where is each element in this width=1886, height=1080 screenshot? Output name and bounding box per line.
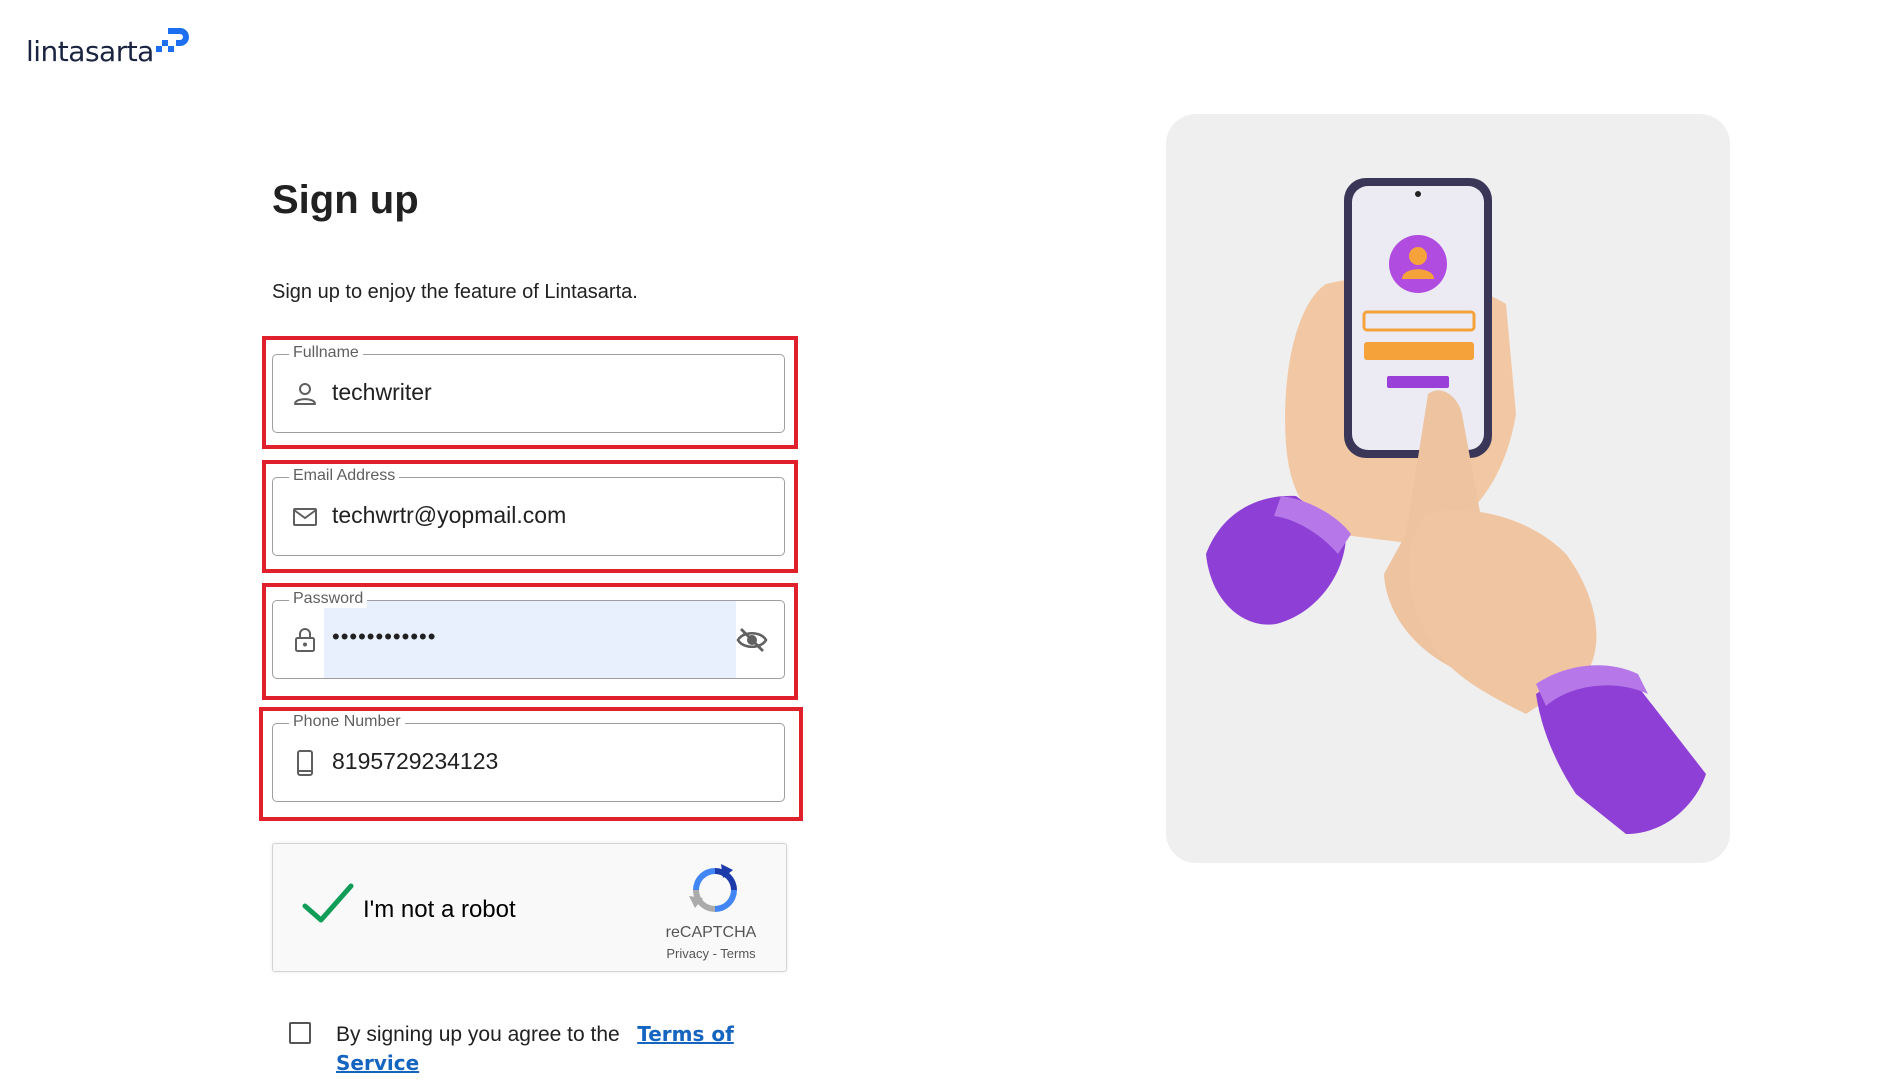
recaptcha-logo-icon (689, 864, 737, 912)
phone-input[interactable]: 8195729234123 (332, 748, 498, 775)
brand-logo: lintasarta (26, 24, 190, 66)
agree-checkbox[interactable] (289, 1022, 311, 1044)
phone-screen (1352, 186, 1484, 450)
fullname-input[interactable]: techwriter (332, 379, 432, 406)
agreement-text: By signing up you agree to the Terms of … (336, 1020, 756, 1078)
page-title: Sign up (272, 178, 419, 222)
recaptcha-brand: reCAPTCHA (665, 924, 757, 941)
password-label: Password (289, 590, 368, 608)
person-icon (294, 383, 316, 405)
email-field[interactable]: Email Address techwrtr@yopmail.com (272, 467, 785, 556)
captcha-checkmark-icon[interactable] (297, 874, 357, 934)
fullname-label: Fullname (289, 344, 363, 362)
brand-name: lintasarta (26, 35, 154, 68)
password-input[interactable]: •••••••••••• (332, 624, 436, 650)
avatar-head (1409, 247, 1427, 265)
phone-label: Phone Number (289, 713, 405, 731)
recaptcha-privacy-link[interactable]: Privacy (666, 946, 709, 961)
recaptcha-terms-link[interactable]: Terms (720, 946, 755, 961)
captcha-label: I'm not a robot (363, 896, 516, 923)
recaptcha-links: Privacy - Terms (623, 946, 799, 961)
email-input[interactable]: techwrtr@yopmail.com (332, 502, 566, 529)
password-field[interactable]: Password •••••••••••• (272, 590, 785, 679)
phone-icon (297, 750, 313, 776)
agreement-label: By signing up you agree to the (336, 1023, 620, 1046)
eye-off-icon[interactable] (736, 626, 768, 654)
recaptcha-widget: I'm not a robot reCAPTCHA Privacy - Term… (272, 843, 787, 972)
fullname-field[interactable]: Fullname techwriter (272, 344, 785, 433)
recaptcha-link-separator: - (708, 946, 721, 961)
brand-mark-icon (155, 28, 189, 52)
password-field-graphic (1364, 342, 1474, 360)
signup-illustration (1166, 114, 1730, 863)
page-subtitle: Sign up to enjoy the feature of Lintasar… (272, 281, 638, 303)
phone-camera (1415, 191, 1421, 197)
phone-field[interactable]: Phone Number 8195729234123 (272, 713, 785, 802)
email-label: Email Address (289, 467, 400, 485)
right-sleeve (1536, 675, 1706, 834)
mail-icon (293, 508, 317, 526)
hand-phone-illustration (1206, 178, 1706, 834)
submit-button-graphic (1387, 376, 1449, 388)
lock-icon (295, 628, 315, 652)
